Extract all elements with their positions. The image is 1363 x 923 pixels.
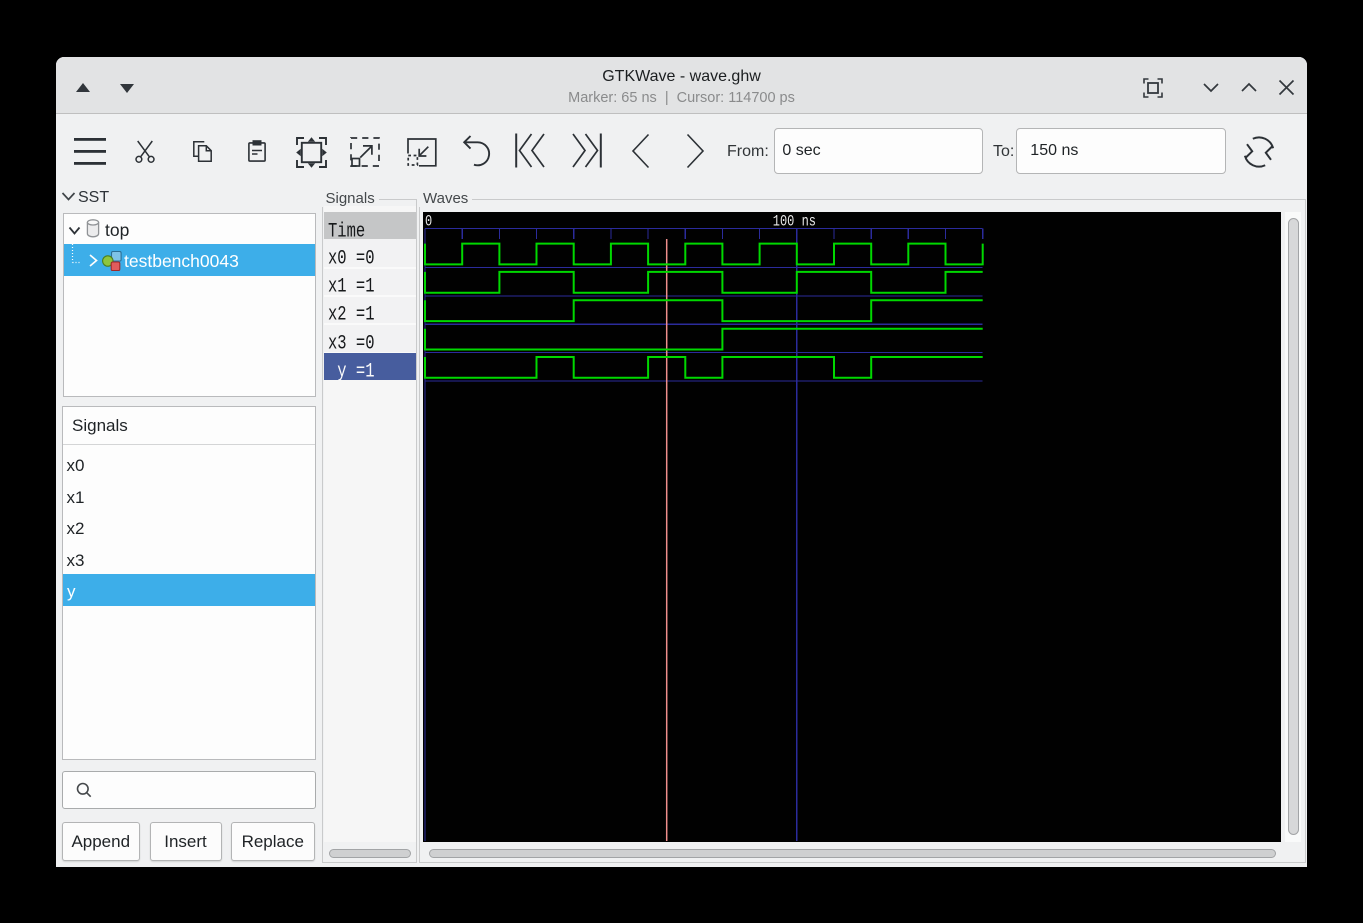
svg-text:100 ns: 100 ns xyxy=(773,213,816,231)
svg-text:0: 0 xyxy=(425,213,432,231)
